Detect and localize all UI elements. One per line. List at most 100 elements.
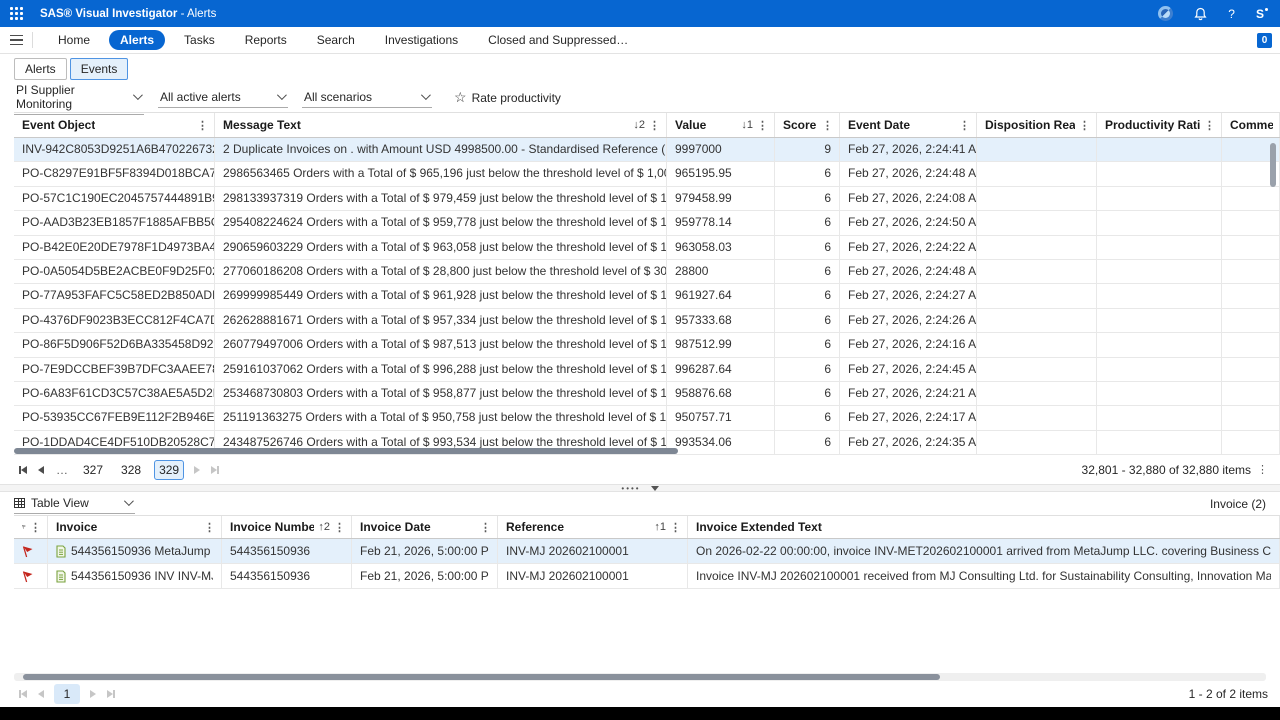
sort-indicator[interactable]: ↓1 (741, 119, 753, 131)
events-pagination: … 327328329 32,801 - 32,880 of 32,880 it… (0, 455, 1280, 484)
event-row[interactable]: PO-B42E0E20DE7978F1D4973BA42D 2906596032… (14, 236, 1280, 260)
event-date-cell: Feb 27, 2026, 2:24:22 AM (840, 236, 977, 259)
help-icon[interactable]: ? (1228, 7, 1235, 21)
horizontal-scrollbar-thumb[interactable] (14, 448, 678, 454)
splitter-handle-icon[interactable] (621, 481, 640, 495)
notifications-bell-icon[interactable] (1194, 7, 1207, 21)
nav-item[interactable]: Closed and Suppressed… (477, 30, 639, 50)
previous-page-button[interactable] (32, 685, 50, 703)
value-cell: 987512.99 (667, 333, 775, 356)
event-object-cell: PO-57C1C190EC2045757444891B9A (14, 187, 215, 210)
event-row[interactable]: PO-77A953FAFC5C58ED2B850ADE35 2699999854… (14, 284, 1280, 308)
nav-item[interactable]: Reports (234, 30, 298, 50)
view-tab[interactable]: Events (70, 58, 129, 80)
first-page-button[interactable] (14, 685, 32, 703)
column-menu-icon[interactable] (649, 119, 660, 132)
chevron-down-icon (124, 496, 134, 506)
last-page-button[interactable] (102, 685, 120, 703)
category-select[interactable]: PI Supplier Monitoring (14, 81, 144, 115)
sort-indicator[interactable]: ↑1 (654, 521, 666, 533)
disposition-reason-cell (977, 382, 1097, 405)
message-text-cell: 298133937319 Orders with a Total of $ 97… (215, 187, 667, 210)
invoice-row[interactable]: 544356150936 MetaJump LL… 544356150936 F… (14, 539, 1280, 564)
page-number-button[interactable]: 329 (154, 460, 184, 480)
invoice-row[interactable]: 544356150936 INV INV-MJ 2… 544356150936 … (14, 564, 1280, 589)
nav-item[interactable]: Tasks (173, 30, 226, 50)
nav-item[interactable]: Home (47, 30, 101, 50)
value-cell: 959778.14 (667, 211, 775, 234)
detail-panel: Table View Invoice (2) Invoice Invoice N… (0, 492, 1280, 707)
column-menu-icon[interactable] (959, 119, 970, 132)
first-page-button[interactable] (14, 461, 32, 479)
score-cell: 6 (775, 406, 840, 429)
column-menu-icon[interactable] (197, 119, 208, 132)
next-page-button[interactable] (188, 461, 206, 479)
event-row[interactable]: PO-C8297E91BF5F8394D018BCA755 2986563465… (14, 162, 1280, 186)
invoice-table: Invoice Invoice Number↑2 Invoice Date Re… (14, 515, 1280, 589)
productivity-rating-cell (1097, 236, 1222, 259)
menu-icon[interactable] (10, 35, 24, 46)
column-menu-icon[interactable] (822, 119, 833, 132)
event-date-cell: Feb 27, 2026, 2:24:27 AM (840, 284, 977, 307)
alert-filter-select[interactable]: All active alerts (158, 88, 288, 108)
flag-cell (14, 539, 48, 563)
event-row[interactable]: PO-AAD3B23EB1857F1885AFBB5C82 2954082246… (14, 211, 1280, 235)
event-row[interactable]: PO-86F5D906F52D6BA335458D9221 2607794970… (14, 333, 1280, 357)
page-number-button[interactable]: 328 (116, 460, 146, 480)
nav-item[interactable]: Investigations (374, 30, 469, 50)
event-row[interactable]: PO-4376DF9023B3ECC812F4CA7D53 2626288816… (14, 309, 1280, 333)
column-menu-icon[interactable] (670, 521, 681, 534)
app-launcher-icon[interactable] (10, 7, 23, 20)
user-avatar[interactable]: S (1256, 7, 1268, 21)
items-count-text: 1 - 2 of 2 items (1189, 687, 1268, 701)
event-row[interactable]: PO-6A83F61CD3C57C38AE5A5D2B4F 2534687308… (14, 382, 1280, 406)
scenario-filter-select[interactable]: All scenarios (302, 88, 432, 108)
red-flag-icon[interactable] (22, 545, 34, 558)
invoice-tab[interactable]: Invoice (2) (1210, 497, 1266, 511)
previous-page-button[interactable] (32, 461, 50, 479)
page-number-button[interactable]: 327 (78, 460, 108, 480)
pagination-menu-icon[interactable] (1257, 463, 1268, 476)
event-row[interactable]: PO-53935CC67FEB9E112F2B946E62 2511913632… (14, 406, 1280, 430)
next-page-button[interactable] (84, 685, 102, 703)
collapse-panel-icon[interactable] (651, 486, 659, 491)
nav-item[interactable]: Alerts (109, 30, 165, 50)
table-view-select[interactable]: Table View (14, 494, 135, 514)
nav-items: Home Alerts Tasks Reports Search Investigatio… (47, 30, 639, 50)
column-menu-icon[interactable] (204, 521, 215, 534)
invoice-date-cell: Feb 21, 2026, 5:00:00 PM (352, 539, 498, 563)
column-menu-icon[interactable] (757, 119, 768, 132)
vertical-scrollbar[interactable] (1270, 143, 1276, 187)
message-text-cell: 259161037062 Orders with a Total of $ 99… (215, 358, 667, 381)
event-date-cell: Feb 27, 2026, 2:24:16 AM (840, 333, 977, 356)
invoice-cell[interactable]: 544356150936 INV INV-MJ 2… (48, 564, 222, 588)
event-row[interactable]: PO-0A5054D5BE2ACBE0F9D25F02DB 2770601862… (14, 260, 1280, 284)
column-menu-icon[interactable] (1079, 119, 1090, 132)
event-row[interactable]: PO-7E9DCCBEF39B7DFC3AAEE785FB 2591610370… (14, 358, 1280, 382)
column-menu-icon[interactable] (334, 521, 345, 534)
nav-item[interactable]: Search (306, 30, 366, 50)
last-page-button[interactable] (206, 461, 224, 479)
view-tab[interactable]: Alerts (14, 58, 67, 80)
detail-scrollbar-thumb[interactable] (23, 674, 940, 680)
event-row[interactable]: INV-942C8053D9251A6B470226732D 2 Duplica… (14, 138, 1280, 162)
panel-splitter[interactable] (0, 484, 1280, 492)
invoice-cell[interactable]: 544356150936 MetaJump LL… (48, 539, 222, 563)
bottom-bar (0, 707, 1280, 720)
invoice-extended-text-cell: Invoice INV-MJ 202602100001 received fro… (688, 564, 1280, 588)
event-date-cell: Feb 27, 2026, 2:24:21 AM (840, 382, 977, 405)
column-menu-icon[interactable] (30, 521, 41, 534)
sort-indicator[interactable]: ↑2 (318, 521, 330, 533)
event-row[interactable]: PO-57C1C190EC2045757444891B9A 2981339373… (14, 187, 1280, 211)
productivity-rating-cell (1097, 211, 1222, 234)
productivity-rating-cell (1097, 260, 1222, 283)
page-number-button[interactable]: 1 (54, 684, 80, 704)
flag-column-icon (22, 521, 26, 533)
red-flag-icon[interactable] (22, 570, 34, 583)
column-menu-icon[interactable] (480, 521, 491, 534)
sort-indicator[interactable]: ↓2 (633, 119, 645, 131)
globe-icon[interactable] (1158, 6, 1173, 21)
column-menu-icon[interactable] (1204, 119, 1215, 132)
disposition-reason-cell (977, 358, 1097, 381)
rate-productivity-button[interactable]: Rate productivity (454, 89, 561, 106)
